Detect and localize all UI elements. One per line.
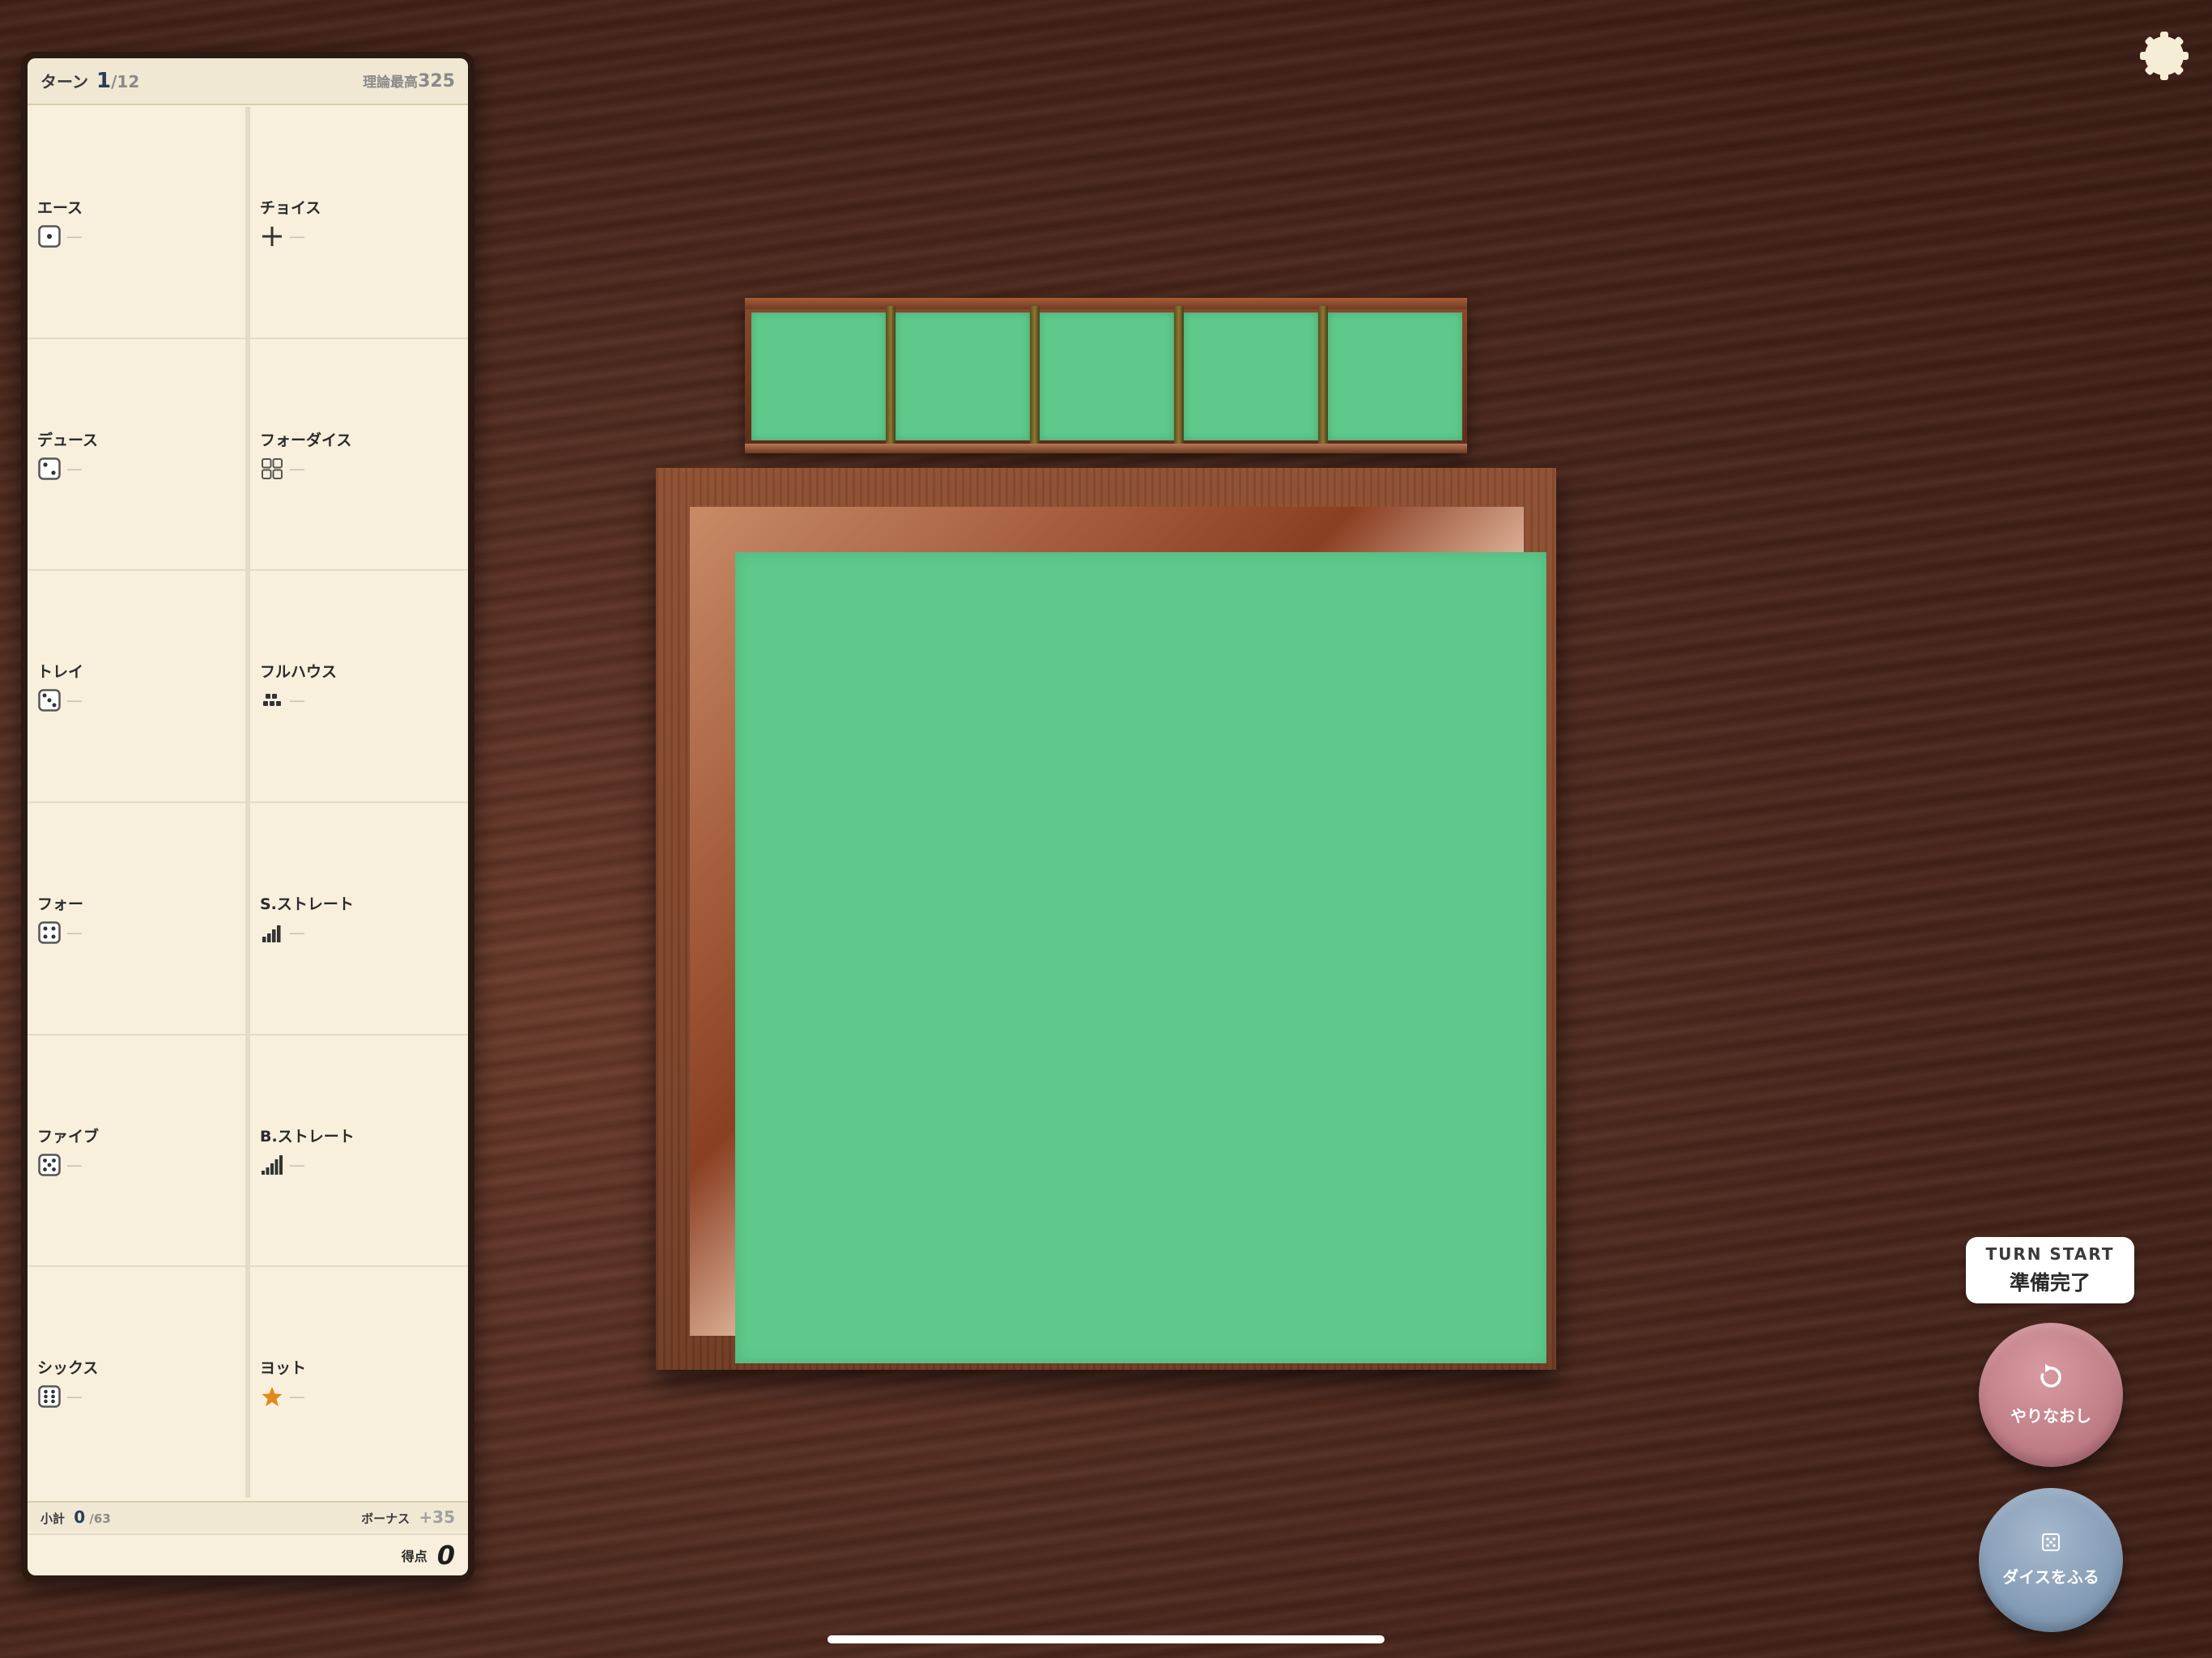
category-score: — [289, 691, 305, 711]
redo-button[interactable]: やりなおし [1979, 1323, 2123, 1467]
category-score: — [66, 1387, 83, 1407]
category-label: デュース [37, 431, 99, 449]
rack-divider [886, 306, 895, 445]
turn-current: 1 [96, 69, 112, 93]
category-score: — [289, 1387, 305, 1407]
category-score: — [66, 691, 83, 711]
category-score: — [289, 922, 305, 942]
subtotal-value: 0 [74, 1507, 86, 1527]
turn-total: /12 [111, 72, 140, 91]
category-label: ファイブ [37, 1127, 100, 1146]
dice-slot-2[interactable] [895, 312, 1030, 440]
category-choice[interactable]: チョイス — [250, 107, 468, 338]
category-score: — [289, 1154, 305, 1175]
category-yacht[interactable]: ヨット — [250, 1267, 468, 1498]
category-label: エース [37, 199, 83, 217]
category-label: トレイ [37, 663, 84, 682]
category-label: B.ストレート [260, 1127, 355, 1146]
category-label: シックス [37, 1359, 99, 1378]
subtotal-label: 小計 [40, 1511, 66, 1526]
rack-top-rail [745, 298, 1467, 309]
die-icon [2041, 1533, 2061, 1556]
rack-divider [1030, 306, 1040, 445]
category-label: フォー [37, 895, 84, 913]
roll-dice-button[interactable]: ダイスをふる [1979, 1488, 2123, 1632]
die-three-icon [37, 688, 62, 712]
max-score-label: 理論最高 [363, 74, 419, 91]
category-label: S.ストレート [260, 895, 354, 913]
rack-divider [1174, 306, 1184, 445]
category-score: — [66, 922, 83, 942]
max-score: 理論最高 325 [363, 70, 455, 91]
rack-divider [1318, 306, 1328, 445]
bonus-value: +35 [419, 1507, 455, 1527]
felt-shading [735, 552, 1546, 1363]
redo-label: やりなおし [2010, 1406, 2091, 1426]
plus-icon [260, 224, 284, 249]
score-label: 得点 [401, 1549, 428, 1564]
category-treys[interactable]: トレイ — [28, 571, 245, 801]
turn-label: ターン [40, 72, 88, 91]
score-sheet: ターン 1 /12 理論最高 325 エース — チョイス — デュース — フ… [21, 52, 474, 1582]
dice-slot-4[interactable] [1184, 312, 1318, 440]
category-full-house[interactable]: フルハウス — [250, 571, 468, 801]
turn-start-label: TURN START [1985, 1244, 2115, 1264]
max-score-value: 325 [418, 71, 455, 91]
subtotal: 小計 0 /63 [40, 1507, 111, 1527]
die-four-icon [37, 920, 62, 945]
subtotal-row: 小計 0 /63 ボーナス +35 [28, 1501, 468, 1532]
category-label: フルハウス [260, 663, 338, 682]
dice-slot-5[interactable] [1328, 312, 1462, 440]
category-score: — [289, 458, 305, 478]
category-label: チョイス [260, 199, 321, 217]
category-label: フォーダイス [260, 431, 352, 449]
ready-label: 準備完了 [2009, 1271, 2091, 1295]
die-five-icon [37, 1153, 62, 1177]
category-big-straight[interactable]: B.ストレート — [250, 1035, 468, 1266]
die-one-icon [37, 224, 62, 249]
category-label: ヨット [260, 1359, 307, 1378]
die-two-icon [37, 457, 62, 481]
rotate-icon [2037, 1363, 2065, 1395]
category-sixes[interactable]: シックス — [28, 1267, 245, 1498]
category-score: — [289, 227, 305, 246]
tray-felt[interactable] [735, 552, 1546, 1363]
category-score: — [66, 1154, 83, 1175]
bonus-label: ボーナス [361, 1511, 410, 1526]
dice-tray [656, 468, 1556, 1370]
turn-start-card: TURN START 準備完了 [1966, 1237, 2134, 1303]
category-fours[interactable]: フォー — [28, 802, 245, 1034]
score-sheet-paper: ターン 1 /12 理論最高 325 エース — チョイス — デュース — フ… [28, 58, 468, 1575]
category-fives[interactable]: ファイブ — [28, 1035, 245, 1266]
dice-rack [745, 298, 1467, 453]
full-house-icon [260, 688, 284, 712]
rack-bottom-rail [745, 444, 1467, 453]
category-small-straight[interactable]: S.ストレート — [250, 802, 468, 1034]
gear-icon [2138, 30, 2190, 85]
category-aces[interactable]: エース — [28, 107, 245, 338]
big-straight-bars-icon [260, 1153, 284, 1177]
category-score: — [66, 458, 83, 478]
turn-counter: ターン 1 /12 [40, 69, 139, 93]
subtotal-target: /63 [89, 1511, 111, 1526]
tray-rim [690, 507, 1546, 1363]
roll-label: ダイスをふる [2002, 1567, 2099, 1587]
total-score-row: 得点 0 [28, 1533, 468, 1575]
home-indicator[interactable] [827, 1635, 1385, 1643]
category-deuces[interactable]: デュース — [28, 338, 245, 570]
bonus: ボーナス +35 [361, 1507, 455, 1527]
category-four-dice[interactable]: フォーダイス — [250, 338, 468, 570]
four-squares-icon [260, 457, 284, 481]
category-grid: エース — チョイス — デュース — フォーダイス — トレイ — フルハウス… [28, 107, 468, 1498]
small-straight-bars-icon [260, 920, 284, 945]
score-sheet-header: ターン 1 /12 理論最高 325 [28, 58, 468, 105]
dice-slot-3[interactable] [1040, 312, 1174, 440]
settings-button[interactable] [2138, 31, 2191, 84]
category-score: — [66, 227, 83, 246]
score-value: 0 [436, 1540, 455, 1571]
die-six-icon [37, 1384, 62, 1409]
star-icon [260, 1384, 284, 1409]
dice-slot-1[interactable] [751, 312, 886, 440]
